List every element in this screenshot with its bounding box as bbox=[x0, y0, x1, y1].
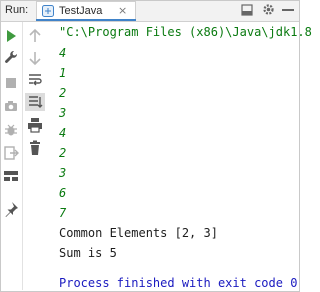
console-output[interactable]: "C:\Program Files (x86)\Java\jdk1.8 4 1 … bbox=[59, 22, 312, 290]
camera-icon bbox=[5, 101, 17, 111]
output-number: 2 bbox=[59, 146, 67, 160]
minimize-icon[interactable] bbox=[282, 9, 294, 12]
pin-icon[interactable] bbox=[3, 201, 19, 217]
exit-icon bbox=[4, 146, 19, 160]
output-number: 6 bbox=[59, 186, 67, 200]
command-line: "C:\Program Files (x86)\Java\jdk1.8 bbox=[59, 25, 312, 39]
soft-wrap-icon[interactable] bbox=[27, 72, 43, 88]
debug-bug-icon bbox=[5, 124, 17, 136]
output-number: 4 bbox=[59, 46, 67, 60]
print-icon[interactable] bbox=[27, 117, 43, 133]
wrench-icon[interactable] bbox=[3, 49, 19, 65]
output-number: 1 bbox=[59, 66, 67, 80]
output-number: 2 bbox=[59, 86, 67, 100]
arrow-up-icon bbox=[29, 28, 41, 42]
output-number: 3 bbox=[59, 166, 67, 180]
toolbar-divider bbox=[22, 22, 23, 290]
common-elements-output: Common Elements [2, 3] bbox=[59, 226, 218, 240]
output-number: 4 bbox=[59, 126, 67, 140]
process-exit-message: Process finished with exit code 0 bbox=[59, 276, 298, 290]
sum-output: Sum is 5 bbox=[59, 246, 117, 260]
active-tab-indicator bbox=[36, 19, 136, 21]
tab-title: TestJava bbox=[59, 5, 103, 17]
stop-icon bbox=[6, 78, 16, 88]
layout-icon[interactable] bbox=[3, 168, 19, 184]
trash-icon[interactable] bbox=[27, 140, 43, 156]
scroll-to-end-icon[interactable] bbox=[27, 94, 43, 110]
arrow-down-icon bbox=[29, 52, 41, 66]
run-label: Run: bbox=[5, 4, 29, 16]
output-number: 7 bbox=[59, 206, 67, 220]
gear-icon[interactable] bbox=[262, 3, 275, 16]
tab-close-icon[interactable]: × bbox=[118, 4, 127, 17]
java-class-icon bbox=[42, 5, 54, 17]
output-number: 3 bbox=[59, 106, 67, 120]
rerun-icon[interactable] bbox=[3, 28, 19, 44]
restore-layout-icon[interactable] bbox=[241, 4, 253, 16]
tab-testjava[interactable]: TestJava × bbox=[36, 1, 136, 21]
